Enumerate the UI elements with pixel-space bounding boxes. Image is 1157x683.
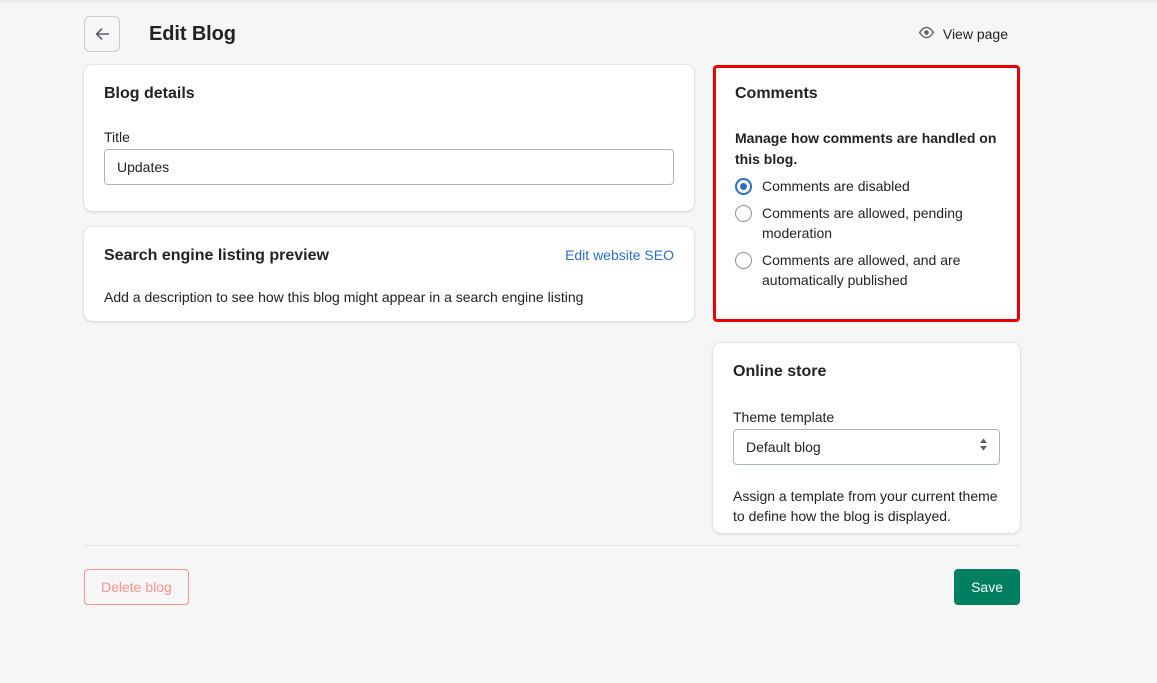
seo-preview-title: Search engine listing preview (104, 247, 329, 264)
save-button[interactable]: Save (954, 569, 1020, 605)
edit-website-seo-link[interactable]: Edit website SEO (565, 247, 674, 263)
theme-template-select-wrap: Default blog (733, 429, 1000, 465)
two-column-layout: Blog details Title Search engine listing… (84, 65, 1020, 533)
comments-option-disabled[interactable]: Comments are disabled (735, 176, 998, 196)
theme-template-label: Theme template (733, 409, 835, 425)
comments-option-label: Comments are disabled (762, 178, 910, 194)
seo-preview-card: Search engine listing preview Edit websi… (84, 227, 694, 321)
theme-template-value: Default blog (746, 439, 821, 455)
view-page-button[interactable]: View page (918, 24, 1020, 44)
page-title: Edit Blog (149, 22, 236, 45)
page-root: Edit Blog View page Blog details Title U… (0, 3, 1157, 683)
arrow-left-icon (93, 25, 111, 43)
theme-template-select[interactable]: Default blog (733, 429, 1000, 465)
comments-card: Comments Manage how comments are handled… (713, 65, 1020, 322)
blog-details-card: Blog details Title (84, 65, 694, 211)
footer-divider (84, 545, 1020, 546)
comments-option-auto-published[interactable]: Comments are allowed, and are automatica… (735, 250, 998, 290)
radio-icon-selected[interactable] (735, 178, 752, 195)
primary-column: Blog details Title Search engine listing… (84, 65, 694, 321)
radio-icon[interactable] (735, 205, 752, 222)
online-store-card: Online store Theme template Default blog (713, 343, 1020, 533)
title-input[interactable] (104, 149, 674, 185)
comments-option-label: Comments are allowed, pending moderation (762, 205, 963, 241)
footer-actions: Delete blog Save (84, 569, 1020, 605)
online-store-title: Online store (733, 363, 827, 380)
comments-option-label: Comments are allowed, and are automatica… (762, 252, 961, 288)
delete-blog-button[interactable]: Delete blog (84, 569, 189, 605)
comments-legend: Manage how comments are handled on this … (735, 130, 997, 167)
view-page-label: View page (942, 26, 1008, 42)
comments-option-pending-moderation[interactable]: Comments are allowed, pending moderation (735, 203, 998, 243)
back-button[interactable] (84, 16, 120, 52)
eye-icon (918, 24, 935, 44)
blog-details-title: Blog details (104, 85, 195, 102)
seo-preview-description: Add a description to see how this blog m… (104, 289, 584, 305)
title-field-label: Title (104, 129, 130, 145)
comments-title: Comments (735, 85, 818, 102)
seo-preview-header: Search engine listing preview Edit websi… (104, 247, 674, 265)
content-area: Blog details Title Search engine listing… (84, 65, 1020, 533)
page-header: Edit Blog View page (84, 12, 1020, 56)
secondary-column: Comments Manage how comments are handled… (713, 65, 1020, 533)
online-store-help-text: Assign a template from your current them… (733, 488, 998, 524)
radio-icon[interactable] (735, 252, 752, 269)
